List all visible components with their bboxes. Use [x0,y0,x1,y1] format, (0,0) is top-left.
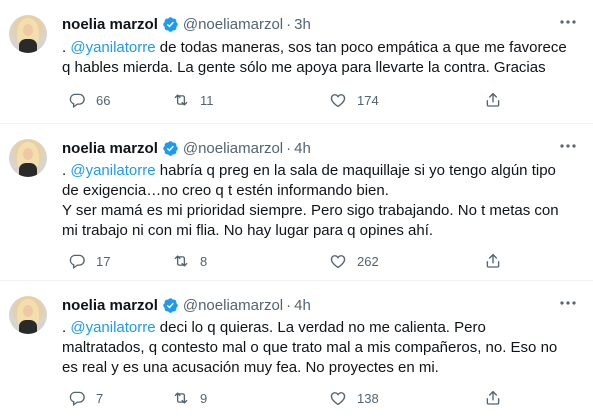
reply-button[interactable]: 66 [68,90,110,110]
tweet-header: noelia marzol @noeliamarzol · 4h [62,295,311,315]
avatar[interactable] [9,15,47,53]
heart-icon [330,94,346,108]
retweet-count: 8 [200,253,208,269]
mention-link[interactable]: @yanilatorre [70,162,155,179]
tweet[interactable]: noelia marzol @noeliamarzol · 3h . @yani… [0,0,593,124]
share-button[interactable] [484,388,512,408]
like-count: 262 [357,253,379,269]
separator-dot: · [286,296,292,314]
more-options-icon[interactable] [557,295,579,311]
tweet-text-line: mi trabajo ni con mi flia. No hay lugar … [62,222,434,239]
tweet-text-line: Y ser mamá es mi prioridad siempre. Pero… [62,202,559,219]
reply-icon [69,93,85,109]
tweet-text-line: de exigencia…no creo q t estén informand… [62,182,389,199]
share-icon [486,390,500,405]
like-button[interactable]: 262 [329,251,379,271]
tweet-text: . @yanilatorre de todas maneras, sos tan… [62,38,582,78]
share-icon [486,92,500,107]
reply-count: 17 [96,253,111,269]
user-handle[interactable]: @noeliamarzol [183,297,283,314]
timestamp[interactable]: 3h [294,16,311,33]
timestamp[interactable]: 4h [294,140,311,157]
user-handle[interactable]: @noeliamarzol [183,16,283,33]
display-name[interactable]: noelia marzol [62,16,158,33]
reply-count: 66 [96,92,111,108]
like-button[interactable]: 138 [329,388,379,408]
retweet-button[interactable]: 11 [172,90,214,110]
reply-button[interactable]: 17 [68,251,110,271]
share-button[interactable] [484,90,512,110]
display-name[interactable]: noelia marzol [62,297,158,314]
separator-dot: · [286,15,292,33]
retweet-icon [174,94,188,106]
avatar[interactable] [9,139,47,177]
more-options-icon[interactable] [557,138,579,154]
verified-badge-icon [163,297,178,313]
reply-button[interactable]: 7 [68,388,103,408]
tweet[interactable]: noelia marzol @noeliamarzol · 4h . @yani… [0,281,593,419]
separator-dot: · [286,139,292,157]
heart-icon [330,255,346,269]
reply-icon [69,254,85,270]
retweet-button[interactable]: 9 [172,388,207,408]
tweet-text-line: q hables mierda. La gente sólo me apoya … [62,59,546,76]
tweet-actions: 7 9 138 [62,388,582,408]
retweet-icon [174,255,188,267]
user-handle[interactable]: @noeliamarzol [183,140,283,157]
more-options-icon[interactable] [557,14,579,30]
tweet-text: . @yanilatorre habría q preg en la sala … [62,161,582,241]
display-name[interactable]: noelia marzol [62,140,158,157]
verified-badge-icon [163,140,178,156]
like-count: 138 [357,390,379,406]
tweet-header: noelia marzol @noeliamarzol · 4h [62,138,311,158]
share-icon [486,253,500,268]
retweet-icon [174,392,188,404]
heart-icon [330,392,346,406]
tweet-header: noelia marzol @noeliamarzol · 3h [62,14,311,34]
timestamp[interactable]: 4h [294,297,311,314]
tweet[interactable]: noelia marzol @noeliamarzol · 4h . @yani… [0,124,593,281]
avatar[interactable] [9,296,47,334]
retweet-count: 11 [200,92,214,108]
share-button[interactable] [484,251,512,271]
tweet-text-line: maltratados, q contesto mal o que trato … [62,339,558,356]
retweet-button[interactable]: 8 [172,251,207,271]
reply-icon [69,391,85,407]
like-count: 174 [357,92,379,108]
tweet-actions: 66 11 174 [62,90,582,110]
tweet-text: . @yanilatorre deci lo q quieras. La ver… [62,318,582,378]
like-button[interactable]: 174 [329,90,379,110]
tweet-actions: 17 8 262 [62,251,582,271]
verified-badge-icon [163,16,178,32]
mention-link[interactable]: @yanilatorre [70,319,155,336]
retweet-count: 9 [200,390,208,406]
mention-link[interactable]: @yanilatorre [70,39,155,56]
tweet-text-line: es real y es una acusación muy fea. No p… [62,359,439,376]
reply-count: 7 [96,390,104,406]
